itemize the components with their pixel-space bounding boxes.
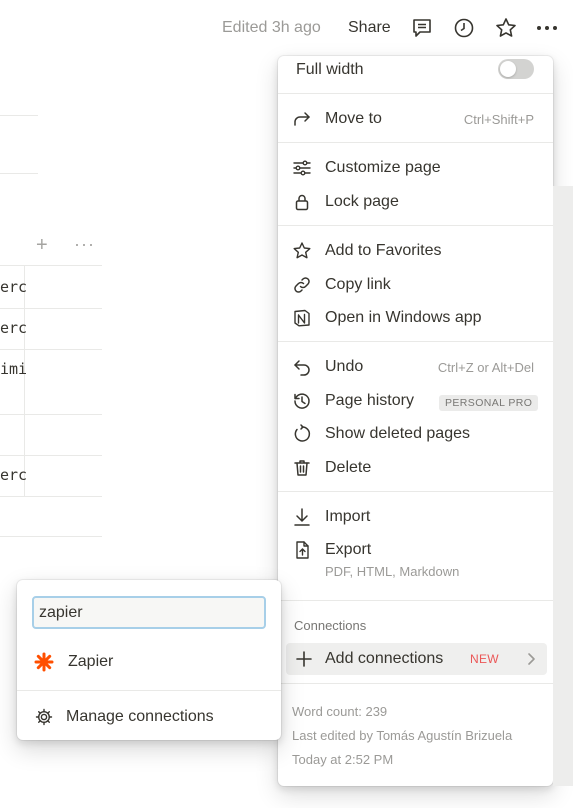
- show-deleted-pages-label: Show deleted pages: [325, 425, 470, 442]
- table-cell[interactable]: imi: [0, 360, 27, 378]
- menu-divider: [278, 93, 553, 94]
- manage-connections-label: Manage connections: [66, 708, 214, 725]
- move-to-item[interactable]: Move to Ctrl+Shift+P: [278, 103, 553, 135]
- zapier-result-item[interactable]: Zapier: [17, 646, 281, 678]
- undo-label: Undo: [325, 358, 364, 375]
- menu-scrollbar[interactable]: [553, 186, 573, 786]
- link-icon: [292, 275, 312, 295]
- move-to-shortcut: Ctrl+Shift+P: [463, 112, 534, 127]
- connections-search-input[interactable]: [32, 596, 266, 629]
- table-row-border: [0, 349, 102, 350]
- table-row-border: [0, 414, 102, 415]
- full-width-toggle[interactable]: [498, 59, 534, 79]
- table-more-icon[interactable]: ···: [74, 234, 95, 255]
- menu-divider: [278, 142, 553, 143]
- zapier-label: Zapier: [68, 653, 114, 670]
- menu-divider: [278, 491, 553, 492]
- personal-pro-badge: PERSONAL PRO: [439, 395, 539, 411]
- table-column-border: [24, 265, 25, 496]
- full-width-label: Full width: [296, 61, 364, 78]
- export-formats: PDF, HTML, Markdown: [325, 564, 460, 579]
- word-count: Word count: 239: [292, 704, 388, 719]
- show-deleted-pages-item[interactable]: Show deleted pages: [278, 418, 553, 450]
- open-in-windows-app-label: Open in Windows app: [325, 309, 482, 326]
- move-to-label: Move to: [325, 110, 382, 127]
- lock-page-label: Lock page: [325, 193, 399, 210]
- gear-icon: [34, 707, 54, 727]
- menu-divider: [278, 600, 553, 601]
- more-icon[interactable]: [535, 16, 559, 40]
- import-item[interactable]: Import: [278, 501, 553, 533]
- new-badge: NEW: [470, 652, 499, 666]
- share-button[interactable]: Share: [348, 19, 391, 37]
- sliders-icon: [292, 158, 312, 178]
- export-label: Export: [325, 541, 372, 558]
- last-edited-time: Today at 2:52 PM: [292, 752, 394, 767]
- add-to-favorites-item[interactable]: Add to Favorites: [278, 235, 553, 267]
- undo-shortcut: Ctrl+Z or Alt+Del: [437, 360, 534, 375]
- star-icon: [292, 241, 312, 261]
- customize-page-item[interactable]: Customize page: [278, 152, 553, 184]
- trash-icon: [292, 458, 312, 478]
- export-item[interactable]: Export PDF, HTML, Markdown: [278, 534, 553, 584]
- zapier-icon: [34, 652, 54, 672]
- delete-item[interactable]: Delete: [278, 452, 553, 484]
- table-cell[interactable]: erc: [0, 466, 27, 484]
- plus-icon: [294, 649, 314, 669]
- add-to-favorites-label: Add to Favorites: [325, 242, 442, 259]
- lock-page-item[interactable]: Lock page: [278, 186, 553, 218]
- open-in-windows-app-item[interactable]: Open in Windows app: [278, 302, 553, 334]
- divider: [0, 173, 38, 174]
- popup-divider: [17, 690, 281, 691]
- restore-icon: [292, 424, 312, 444]
- table-row-border: [0, 265, 102, 266]
- table-row-border: [0, 536, 102, 537]
- notion-logo-icon: [292, 308, 312, 328]
- import-label: Import: [325, 508, 371, 525]
- clock-icon[interactable]: [452, 16, 476, 40]
- undo-item[interactable]: Undo Ctrl+Z or Alt+Del: [278, 351, 553, 383]
- table-add-icon[interactable]: +: [36, 234, 48, 257]
- undo-icon: [292, 357, 312, 377]
- connections-section-title: Connections: [294, 618, 367, 633]
- history-icon: [292, 391, 312, 411]
- delete-label: Delete: [325, 459, 372, 476]
- comment-icon[interactable]: [410, 16, 434, 40]
- copy-link-item[interactable]: Copy link: [278, 269, 553, 301]
- add-connections-label: Add connections: [325, 650, 444, 667]
- copy-link-label: Copy link: [325, 276, 391, 293]
- last-edited-by: Last edited by Tomás Agustín Brizuela: [292, 728, 513, 743]
- edited-timestamp: Edited 3h ago: [222, 19, 321, 36]
- menu-divider: [278, 341, 553, 342]
- star-icon[interactable]: [494, 16, 518, 40]
- customize-page-label: Customize page: [325, 159, 441, 176]
- connections-popup: Zapier Manage connections: [17, 580, 281, 740]
- arrow-turn-right-icon: [292, 109, 312, 129]
- table-row-border: [0, 308, 102, 309]
- page-history-item[interactable]: Page history PERSONAL PRO: [278, 385, 553, 417]
- table-cell[interactable]: erc: [0, 319, 27, 337]
- top-bar: Edited 3h ago Share: [0, 0, 573, 58]
- divider: [0, 115, 38, 116]
- lock-icon: [292, 192, 312, 212]
- table-cell[interactable]: erc: [0, 278, 27, 296]
- chevron-right-icon: [523, 651, 539, 667]
- full-width-toggle-row[interactable]: Full width: [278, 56, 553, 88]
- page-options-menu: Full width Move to Ctrl+Shift+P Customiz…: [278, 56, 553, 786]
- file-export-icon: [292, 540, 312, 560]
- add-connections-item[interactable]: Add connections NEW: [286, 643, 547, 675]
- menu-divider: [278, 225, 553, 226]
- manage-connections-item[interactable]: Manage connections: [17, 701, 281, 733]
- table-row-border: [0, 496, 102, 497]
- download-icon: [292, 507, 312, 527]
- menu-divider: [278, 683, 553, 684]
- table-row-border: [0, 455, 102, 456]
- page-history-label: Page history: [325, 392, 414, 409]
